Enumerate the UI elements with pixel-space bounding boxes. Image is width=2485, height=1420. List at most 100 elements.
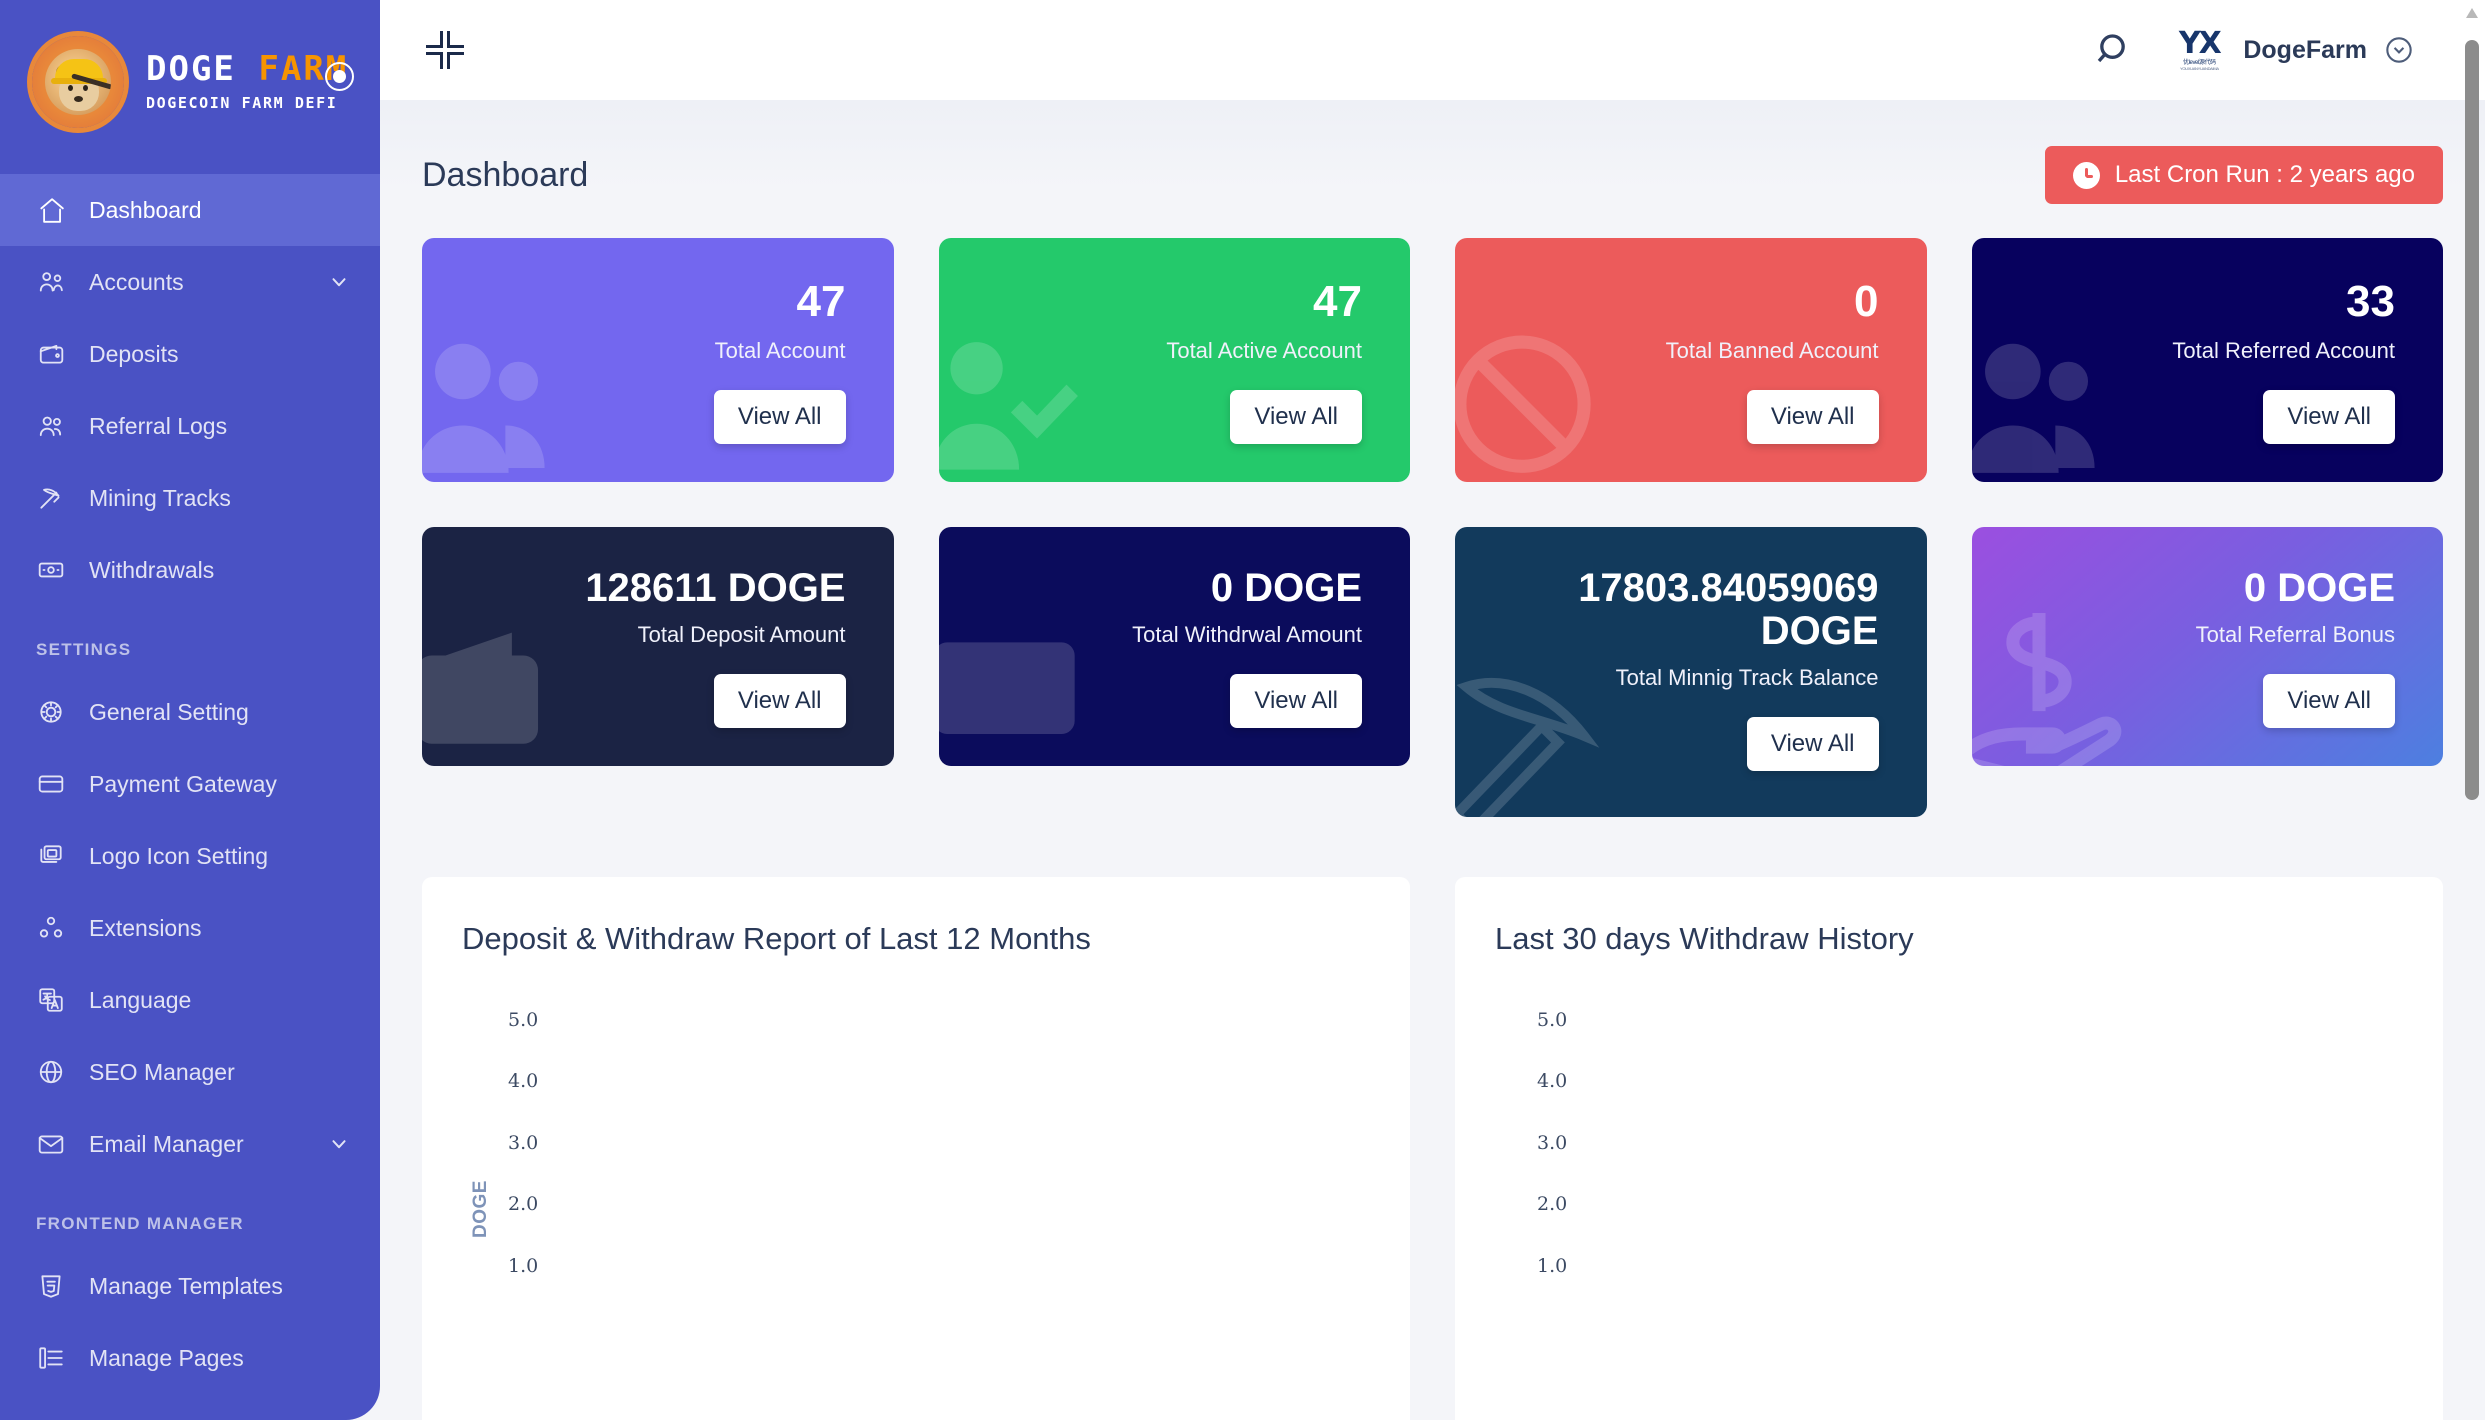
sidebar-item-label: Extensions [89, 914, 202, 941]
sidebar-item-email-manager[interactable]: Email Manager [0, 1108, 380, 1180]
sidebar-item-withdrawals[interactable]: Withdrawals [0, 534, 380, 606]
hand-dollar-icon [1971, 612, 2124, 766]
page-scrollbar[interactable] [2465, 8, 2479, 1412]
stat-card-label: Total Referred Account [2172, 337, 2395, 363]
sidebar-item-deposits[interactable]: Deposits [0, 318, 380, 390]
sidebar-item-label: Accounts [89, 268, 184, 295]
list-icon [36, 1343, 66, 1373]
sidebar-item-accounts[interactable]: Accounts [0, 246, 380, 318]
sidebar-item-mining-tracks[interactable]: Mining Tracks [0, 462, 380, 534]
chart-title: Deposit & Withdraw Report of Last 12 Mon… [462, 920, 1091, 956]
stat-card-label: Total Withdrwal Amount [1132, 621, 1362, 647]
stat-card: 33 Total Referred Account View All [1971, 238, 2443, 482]
stat-card-label: Total Account [714, 337, 846, 363]
home-icon [36, 195, 66, 225]
stat-card-value: 128611 DOGE [585, 565, 846, 610]
stat-card: 128611 DOGE Total Deposit Amount View All [422, 526, 894, 766]
sidebar-item-manage-pages[interactable]: Manage Pages [0, 1322, 380, 1394]
sidebar-item-general-setting[interactable]: General Setting [0, 676, 380, 748]
sidebar-item-seo-manager[interactable]: SEO Manager [0, 1036, 380, 1108]
chevron-down-icon[interactable] [328, 1133, 350, 1155]
last-cron-run-button[interactable]: Last Cron Run : 2 years ago [2044, 146, 2443, 204]
chart-y-tick: 5.0 [508, 1008, 539, 1031]
view-all-button[interactable]: View All [1746, 389, 1879, 444]
people-icon [422, 329, 574, 482]
html5-icon [36, 1271, 66, 1301]
stat-card-value: 47 [1313, 277, 1362, 326]
search-icon[interactable] [2095, 30, 2135, 70]
chevron-down-icon[interactable] [328, 271, 350, 293]
sidebar-item-label: Mining Tracks [89, 484, 231, 511]
view-all-button[interactable]: View All [1746, 716, 1879, 771]
page-header: Dashboard Last Cron Run : 2 years ago [422, 100, 2443, 238]
avatar-subtext-2: YOUXUANYUANDAIMA [2179, 65, 2219, 71]
brand[interactable]: DOGE FARM DOGECOIN FARM DEFI [0, 0, 380, 162]
sidebar-item-dashboard[interactable]: Dashboard [0, 174, 380, 246]
banknote-icon [36, 555, 66, 585]
sidebar-item-extensions[interactable]: Extensions [0, 892, 380, 964]
view-all-button[interactable]: View All [713, 389, 846, 444]
sidebar-item-referral-logs[interactable]: Referral Logs [0, 390, 380, 462]
brand-title-part1: DOGE [146, 48, 236, 89]
stat-card-value: 0 [1854, 277, 1879, 326]
chart-y-tick: 2.0 [508, 1193, 539, 1216]
stat-card-value: 0 DOGE [2243, 565, 2395, 610]
view-all-button[interactable]: View All [713, 673, 846, 728]
sidebar-item-label: Logo Icon Setting [89, 842, 269, 869]
sidebar-item-label: Payment Gateway [89, 770, 277, 797]
stat-card: 47 Total Active Account View All [938, 238, 1410, 482]
scrollbar-thumb[interactable] [2465, 40, 2479, 800]
users-gear-icon [36, 267, 66, 297]
sidebar-item-label: Email Manager [89, 1130, 244, 1157]
withdraw-history-chart-panel: Last 30 days Withdraw History 5.0 4.0 3.0 2… [1455, 876, 2443, 1420]
chevron-down-circle-icon[interactable] [2385, 36, 2413, 64]
stat-card: 0 DOGE Total Withdrwal Amount View All [938, 526, 1410, 766]
chart-y-tick: 1.0 [1537, 1254, 1568, 1277]
envelope-icon [36, 1129, 66, 1159]
sidebar-toggle-button[interactable] [325, 62, 354, 91]
people-icon [1971, 329, 2124, 482]
stat-card-value: 17803.84059069 DOGE [1578, 565, 1879, 653]
wallet-icon [422, 613, 574, 766]
stat-cards-row-2: 128611 DOGE Total Deposit Amount View All 0… [422, 526, 2443, 817]
deposit-withdraw-chart-panel: Deposit & Withdraw Report of Last 12 Mon… [422, 876, 1410, 1420]
view-all-button[interactable]: View All [1230, 389, 1362, 444]
view-all-button[interactable]: View All [1230, 673, 1362, 728]
user-name: DogeFarm [2243, 35, 2367, 64]
ban-icon [1455, 329, 1607, 482]
view-all-button[interactable]: View All [2263, 389, 2395, 444]
chart-plot-area: 5.0 4.0 3.0 2.0 1.0 [1495, 1003, 2403, 1420]
chart-panels: Deposit & Withdraw Report of Last 12 Mon… [422, 876, 2443, 1420]
avatar: YX 优level源代码 YOUXUANYUANDAIMA [2173, 24, 2226, 76]
sidebar-item-language[interactable]: Language [0, 964, 380, 1036]
doge-logo-icon [32, 36, 124, 128]
sidebar-item-manage-templates[interactable]: Manage Templates [0, 1250, 380, 1322]
people-icon [36, 411, 66, 441]
sidebar-nav: Dashboard Accounts Deposits Referral Logs Mi… [0, 162, 380, 1394]
gear-icon [36, 697, 66, 727]
sidebar-item-logo-icon-setting[interactable]: Logo Icon Setting [0, 820, 380, 892]
chart-y-tick: 4.0 [1537, 1070, 1568, 1093]
chart-y-tick: 3.0 [1537, 1131, 1568, 1154]
view-all-button[interactable]: View All [2263, 673, 2395, 728]
chart-plot-area: DOGE 5.0 4.0 3.0 2.0 1.0 [462, 1003, 1370, 1420]
chart-y-tick: 4.0 [508, 1070, 539, 1093]
sidebar-item-label: Dashboard [89, 196, 202, 223]
chart-y-tick: 2.0 [1537, 1193, 1568, 1216]
stat-card: 0 Total Banned Account View All [1455, 238, 1927, 482]
user-check-icon [938, 329, 1091, 482]
chart-y-tick: 1.0 [508, 1254, 539, 1277]
stat-card-value: 0 DOGE [1210, 565, 1362, 610]
stat-cards-row-1: 47 Total Account View All 47 Total Active Ac… [422, 238, 2443, 482]
sidebar-section-frontend: FRONTEND MANAGER [36, 1214, 244, 1233]
stat-card-label: Total Active Account [1166, 337, 1362, 363]
main-area: YX 优level源代码 YOUXUANYUANDAIMA DogeFarm D… [380, 0, 2485, 1420]
stat-card: 17803.84059069 DOGE Total Minnig Track Ba… [1455, 526, 1927, 817]
clock-icon [2072, 161, 2100, 189]
pickaxe-icon [1455, 664, 1607, 817]
sidebar-item-label: Language [89, 986, 192, 1013]
user-menu[interactable]: YX 优level源代码 YOUXUANYUANDAIMA DogeFarm [2173, 24, 2413, 76]
scroll-up-arrow-icon[interactable] [2466, 8, 2478, 18]
sidebar-item-payment-gateway[interactable]: Payment Gateway [0, 748, 380, 820]
collapse-icon[interactable] [424, 29, 466, 71]
